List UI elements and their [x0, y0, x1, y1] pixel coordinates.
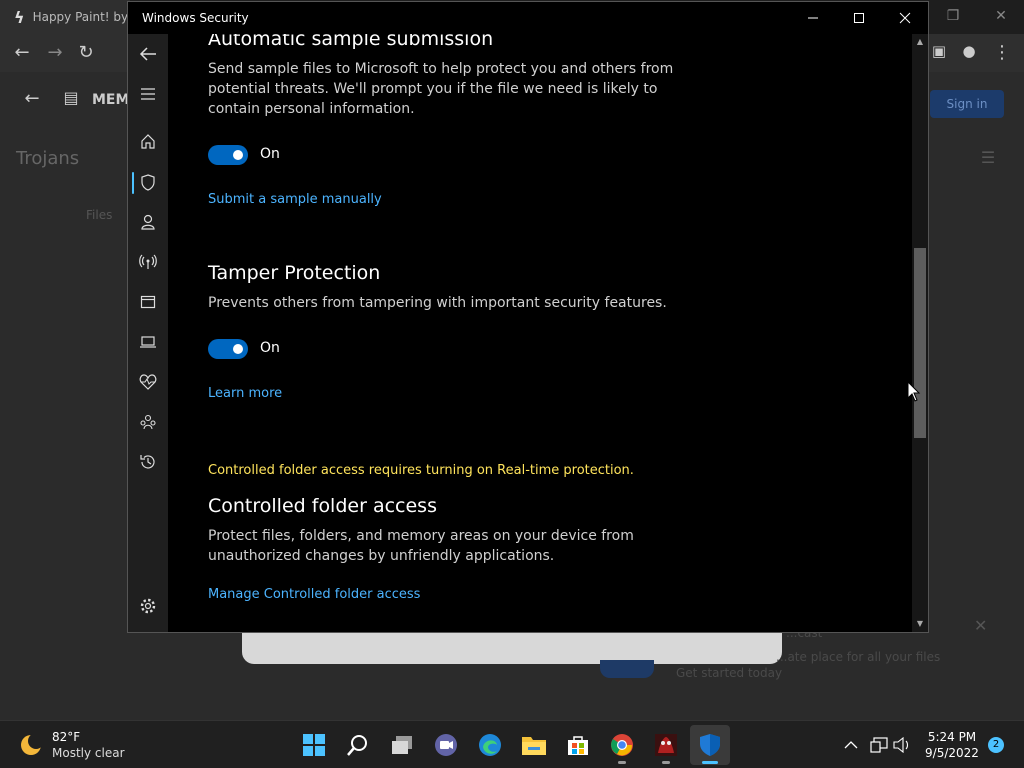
active-nav-indicator	[132, 172, 134, 194]
device-security-icon[interactable]	[138, 332, 158, 352]
sidebar-toggle-icon[interactable]: ▣	[928, 42, 950, 60]
cfa-warning-text: Controlled folder access requires turnin…	[208, 463, 634, 478]
content-pane: Automatic sample submission Send sample …	[168, 34, 912, 632]
sign-in-button[interactable]: Sign in	[930, 90, 1004, 118]
files-label: Files	[86, 208, 113, 222]
family-icon[interactable]	[138, 412, 158, 432]
clock-date[interactable]: 9/5/2022	[920, 746, 984, 760]
file-explorer-icon[interactable]	[514, 725, 554, 765]
volume-icon[interactable]	[892, 735, 912, 755]
health-icon[interactable]	[138, 372, 158, 392]
back-arrow-icon[interactable]	[138, 44, 158, 64]
promo-subtext: Get started today	[676, 666, 783, 680]
sample-submission-toggle[interactable]	[208, 145, 248, 165]
toggle-knob	[233, 150, 243, 160]
settings-icon[interactable]	[138, 596, 158, 616]
tamper-protection-toggle-label: On	[260, 340, 280, 356]
maximize-button[interactable]	[836, 2, 882, 34]
cfa-heading: Controlled folder access	[208, 495, 437, 517]
vertical-scrollbar[interactable]: ▲ ▼	[912, 34, 928, 632]
chevron-up-icon[interactable]	[841, 735, 861, 755]
scroll-down-icon[interactable]: ▼	[915, 619, 925, 629]
teams-chat-icon[interactable]	[426, 725, 466, 765]
minimize-icon	[808, 17, 818, 19]
list-view-icon[interactable]: ☰	[977, 148, 999, 167]
app-browser-icon[interactable]	[138, 292, 158, 312]
chrome-icon[interactable]	[602, 725, 642, 765]
mouse-cursor-icon	[907, 381, 921, 402]
hamburger-icon[interactable]	[138, 84, 158, 104]
edge-icon[interactable]	[470, 725, 510, 765]
network-icon[interactable]	[138, 252, 158, 272]
navigation-rail	[128, 34, 168, 632]
windows-security-icon[interactable]	[690, 725, 730, 765]
clock-time[interactable]: 5:24 PM	[920, 730, 984, 744]
browser-restore-icon[interactable]: ❐	[930, 0, 976, 32]
cfa-description: Protect files, folders, and memory areas…	[208, 528, 634, 564]
notification-badge[interactable]: 2	[988, 737, 1004, 753]
close-icon	[899, 12, 911, 24]
sample-submission-heading: Automatic sample submission	[208, 34, 494, 50]
manage-cfa-link[interactable]: Manage Controlled folder access	[208, 587, 420, 602]
start-icon[interactable]	[294, 725, 334, 765]
app-back-icon[interactable]: ←	[21, 88, 43, 109]
shield-icon[interactable]	[138, 172, 158, 192]
toggle-knob	[233, 344, 243, 354]
profile-icon[interactable]: ●	[958, 42, 980, 60]
browser-back-icon[interactable]: ←	[11, 42, 33, 63]
account-icon[interactable]	[138, 212, 158, 232]
task-view-icon[interactable]	[382, 725, 422, 765]
window-title: Windows Security	[142, 11, 249, 25]
sample-submission-description: Send sample files to Microsoft to help p…	[208, 61, 674, 117]
browser-tab-title: Happy Paint! by	[32, 10, 129, 24]
scroll-up-icon[interactable]: ▲	[915, 37, 925, 47]
running-indicator	[662, 761, 670, 764]
search-icon[interactable]	[338, 725, 378, 765]
browser-close-icon[interactable]: ✕	[978, 0, 1024, 32]
maximize-icon	[854, 13, 864, 23]
network-status-icon[interactable]	[869, 735, 889, 755]
active-running-indicator	[702, 761, 718, 764]
weather-description[interactable]: Mostly clear	[52, 746, 125, 760]
tamper-protection-description: Prevents others from tampering with impo…	[208, 295, 667, 311]
promo-text: ...ate place for all your files	[776, 650, 941, 664]
windows-security-window: Windows Security Automatic sample submis…	[127, 1, 929, 633]
browser-forward-icon[interactable]: →	[44, 42, 66, 63]
browser-reload-icon[interactable]: ↻	[75, 42, 97, 63]
learn-more-link[interactable]: Learn more	[208, 386, 282, 401]
browser-menu-icon[interactable]: ⋮	[991, 42, 1013, 63]
tamper-protection-toggle[interactable]	[208, 339, 248, 359]
scrollbar-thumb[interactable]	[914, 248, 926, 438]
background-button	[600, 660, 654, 678]
document-icon: ▤	[63, 88, 79, 107]
weather-moon-icon[interactable]	[18, 732, 44, 762]
home-icon[interactable]	[138, 131, 158, 151]
title-bar: Windows Security	[128, 2, 928, 34]
lightning-icon: ϟ	[14, 7, 25, 27]
running-indicator	[618, 761, 626, 764]
close-button[interactable]	[882, 2, 928, 34]
browser-tab[interactable]: ϟ Happy Paint! by	[0, 0, 130, 34]
minimize-button[interactable]	[790, 2, 836, 34]
tamper-protection-heading: Tamper Protection	[208, 262, 381, 284]
sample-submission-toggle-label: On	[260, 146, 280, 162]
weather-temperature[interactable]: 82°F	[52, 730, 80, 744]
page-heading: Trojans	[16, 148, 80, 169]
history-icon[interactable]	[138, 452, 158, 472]
happy-paint-icon[interactable]	[646, 725, 686, 765]
store-icon[interactable]	[558, 725, 598, 765]
submit-sample-link[interactable]: Submit a sample manually	[208, 192, 382, 207]
promo-close-icon[interactable]: ✕	[974, 616, 987, 635]
taskbar: 82°F Mostly clear 5:24 PM 9/5/2022 2	[0, 720, 1024, 768]
